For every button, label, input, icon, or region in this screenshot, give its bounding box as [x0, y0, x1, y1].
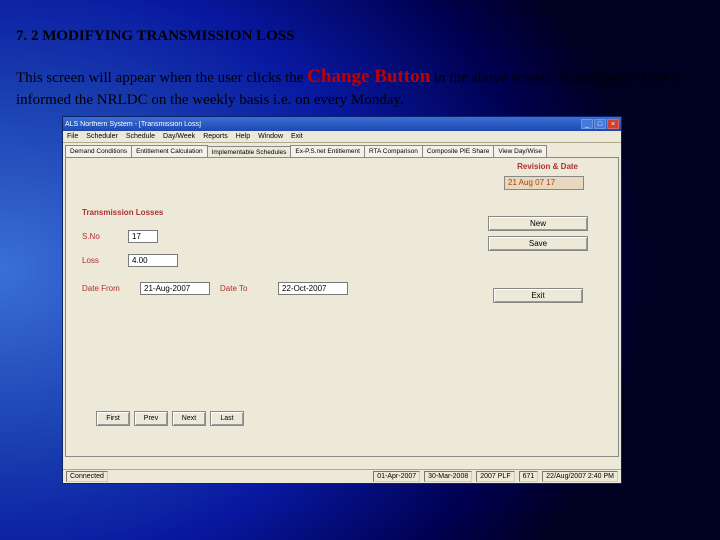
row-loss: Loss 4.00 — [82, 254, 178, 267]
menu-reports[interactable]: Reports — [203, 133, 228, 140]
menu-window[interactable]: Window — [258, 133, 283, 140]
next-button[interactable]: Next — [172, 411, 206, 426]
first-button[interactable]: First — [96, 411, 130, 426]
window-title: ALS Northern System - [Transmission Loss… — [65, 121, 581, 128]
menu-bar: File Scheduler Schedule Day/Week Reports… — [63, 131, 621, 143]
tab-rta-comparison[interactable]: RTA Comparison — [364, 145, 423, 157]
status-timestamp: 22/Aug/2007 2:40 PM — [542, 471, 618, 482]
save-button[interactable]: Save — [488, 236, 588, 251]
prev-button[interactable]: Prev — [134, 411, 168, 426]
group-title-transmission-losses: Transmission Losses — [82, 208, 163, 217]
tab-entitlement-calc[interactable]: Entitlement Calculation — [131, 145, 207, 157]
tab-strip: Demand Conditions Entitlement Calculatio… — [63, 143, 621, 157]
status-date1: 01-Apr-2007 — [373, 471, 420, 482]
loss-label: Loss — [82, 256, 122, 265]
status-bar: Connected 01-Apr-2007 30-Mar-2008 2007 P… — [63, 469, 621, 483]
minimize-button[interactable]: _ — [581, 119, 593, 129]
menu-schedule[interactable]: Schedule — [126, 133, 155, 140]
date-from-input[interactable]: 21-Aug-2007 — [140, 282, 210, 295]
status-date2: 30-Mar-2008 — [424, 471, 472, 482]
menu-file[interactable]: File — [67, 133, 78, 140]
revision-label: Revision & Date — [517, 162, 578, 171]
tab-expsnet-entitlement[interactable]: Ex-P.S.net Entitlement — [290, 145, 365, 157]
revision-field: 21 Aug 07 17 — [504, 176, 584, 190]
status-plf: 2007 PLF — [476, 471, 514, 482]
tab-composite-pie[interactable]: Composite PIE Share — [422, 145, 495, 157]
tab-view-daywise[interactable]: View Day/Wise — [493, 145, 547, 157]
sno-input[interactable]: 17 — [128, 230, 158, 243]
menu-help[interactable]: Help — [236, 133, 250, 140]
exit-button[interactable]: Exit — [493, 288, 583, 303]
window-controls: _ □ × — [581, 119, 619, 129]
menu-dayweek[interactable]: Day/Week — [163, 133, 195, 140]
date-to-input[interactable]: 22-Oct-2007 — [278, 282, 348, 295]
last-button[interactable]: Last — [210, 411, 244, 426]
tab-panel: Revision & Date 21 Aug 07 17 Transmissio… — [65, 157, 619, 457]
date-to-label: Date To — [220, 284, 268, 293]
date-from-label: Date From — [82, 284, 130, 293]
maximize-button[interactable]: □ — [594, 119, 606, 129]
status-connected: Connected — [66, 471, 108, 482]
row-dates: Date From 21-Aug-2007 Date To 22-Oct-200… — [82, 282, 348, 295]
close-button[interactable]: × — [607, 119, 619, 129]
application-window: ALS Northern System - [Transmission Loss… — [62, 116, 622, 484]
para-text-before: This screen will appear when the user cl… — [16, 70, 307, 86]
loss-input[interactable]: 4.00 — [128, 254, 178, 267]
row-sno: S.No 17 — [82, 230, 158, 243]
menu-exit[interactable]: Exit — [291, 133, 303, 140]
sno-label: S.No — [82, 232, 122, 241]
status-count: 671 — [519, 471, 539, 482]
menu-scheduler[interactable]: Scheduler — [86, 133, 118, 140]
window-titlebar: ALS Northern System - [Transmission Loss… — [63, 117, 621, 131]
record-nav-buttons: First Prev Next Last — [96, 411, 244, 426]
tab-demand-conditions[interactable]: Demand Conditions — [65, 145, 132, 157]
change-button-reference: Change Button — [307, 66, 430, 87]
section-heading: 7. 2 MODIFYING TRANSMISSION LOSS — [16, 28, 295, 45]
new-button[interactable]: New — [488, 216, 588, 231]
section-paragraph: This screen will appear when the user cl… — [16, 64, 700, 110]
